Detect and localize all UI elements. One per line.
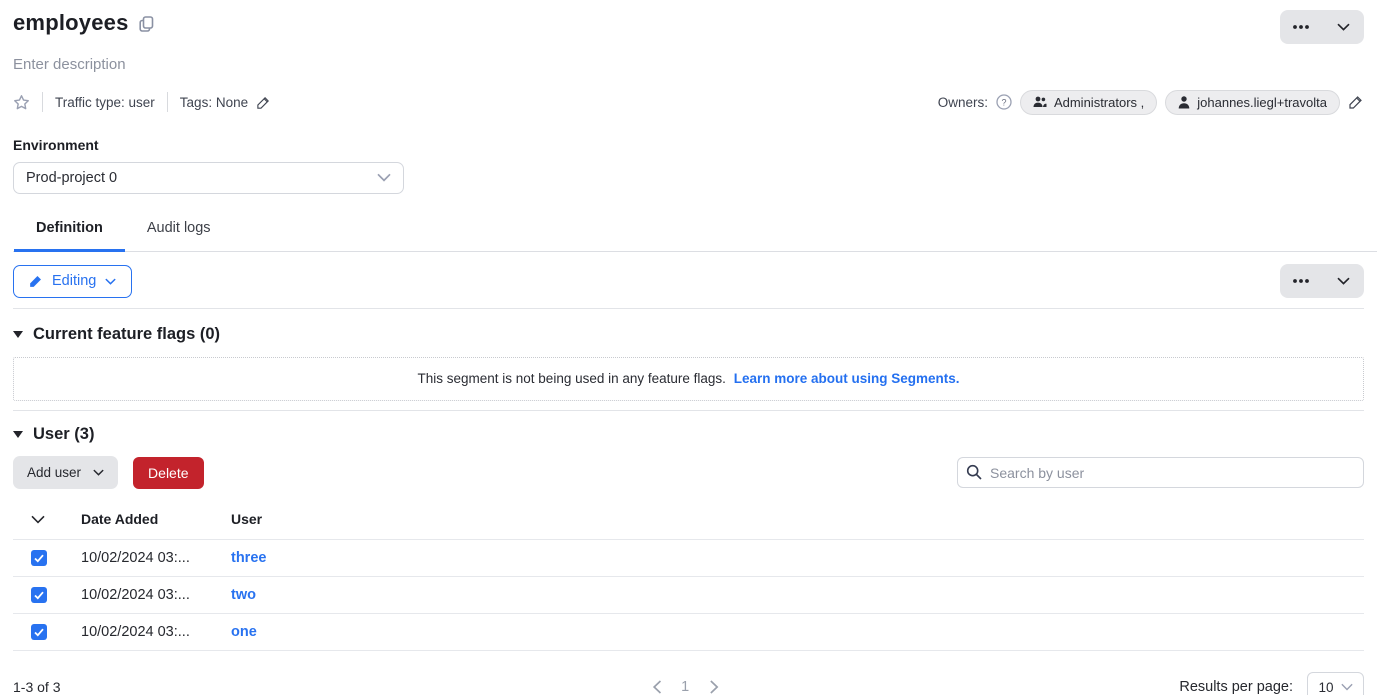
definition-more-button[interactable] bbox=[1280, 264, 1322, 298]
tab-definition[interactable]: Definition bbox=[14, 210, 125, 252]
svg-text:?: ? bbox=[1001, 97, 1006, 107]
owners-help-icon[interactable]: ? bbox=[996, 94, 1012, 110]
header-menu-chevron-button[interactable] bbox=[1322, 10, 1364, 44]
search-icon bbox=[966, 464, 982, 485]
environment-selected-value: Prod-project 0 bbox=[26, 170, 117, 186]
owner-chip-label: Administrators , bbox=[1054, 95, 1144, 110]
editing-mode-button[interactable]: Editing bbox=[13, 265, 132, 298]
users-controls: Add user Delete bbox=[13, 456, 1364, 489]
row-checkbox-checked[interactable] bbox=[31, 587, 47, 603]
pencil-icon bbox=[29, 274, 43, 288]
feature-flags-heading: Current feature flags (0) bbox=[33, 325, 220, 344]
check-icon bbox=[34, 628, 44, 637]
empty-state-text: This segment is not being used in any fe… bbox=[418, 371, 726, 386]
chevron-left-icon bbox=[652, 680, 661, 694]
tags-wrap: Tags: None bbox=[180, 95, 271, 110]
environment-label: Environment bbox=[13, 137, 1364, 153]
collapse-triangle-icon bbox=[13, 331, 23, 338]
tab-bar: Definition Audit logs bbox=[13, 210, 1377, 252]
chevron-down-icon bbox=[93, 469, 104, 476]
table-row: 10/02/2024 03:... two bbox=[13, 577, 1364, 614]
feature-flags-empty-state: This segment is not being used in any fe… bbox=[13, 357, 1364, 401]
check-icon bbox=[34, 554, 44, 563]
table-row: 10/02/2024 03:... one bbox=[13, 614, 1364, 651]
divider bbox=[167, 92, 168, 112]
edit-owners-pencil-icon[interactable] bbox=[1348, 94, 1364, 110]
collapse-triangle-icon bbox=[13, 431, 23, 438]
header-more-button[interactable] bbox=[1280, 10, 1322, 44]
user-link[interactable]: three bbox=[231, 550, 266, 566]
divider bbox=[13, 308, 1364, 309]
next-page-button[interactable] bbox=[709, 680, 718, 694]
column-header-user[interactable]: User bbox=[231, 501, 1364, 540]
owners-row: Owners: ? Administrators , johannes.lieg… bbox=[938, 90, 1364, 115]
owner-chip-label: johannes.liegl+travolta bbox=[1197, 95, 1327, 110]
tab-audit-logs[interactable]: Audit logs bbox=[125, 210, 233, 252]
delete-button[interactable]: Delete bbox=[133, 457, 203, 489]
feature-flags-section-toggle[interactable]: Current feature flags (0) bbox=[13, 325, 1364, 344]
select-all-chevron-icon[interactable] bbox=[31, 515, 45, 524]
column-header-date-added[interactable]: Date Added bbox=[81, 501, 231, 540]
meta-left: Traffic type: user Tags: None bbox=[13, 92, 271, 112]
tags-label: Tags: None bbox=[180, 95, 248, 110]
users-heading: User (3) bbox=[33, 425, 94, 444]
definition-toolbar: Editing bbox=[13, 264, 1364, 298]
chevron-down-icon bbox=[105, 278, 116, 285]
check-icon bbox=[34, 591, 44, 600]
owner-chip-administrators[interactable]: Administrators , bbox=[1020, 90, 1157, 115]
title-row: employees bbox=[13, 0, 1364, 44]
people-icon bbox=[1033, 96, 1047, 108]
environment-select[interactable]: Prod-project 0 bbox=[13, 162, 404, 194]
add-user-button[interactable]: Add user bbox=[13, 456, 118, 489]
results-per-page-label: Results per page: bbox=[1179, 679, 1293, 695]
owner-chip-user[interactable]: johannes.liegl+travolta bbox=[1165, 90, 1340, 115]
favorite-star-icon[interactable] bbox=[13, 94, 30, 111]
previous-page-button[interactable] bbox=[652, 680, 661, 694]
person-icon bbox=[1178, 96, 1190, 109]
divider bbox=[13, 410, 1364, 411]
results-per-page: Results per page: 10 bbox=[1179, 672, 1364, 695]
row-checkbox-checked[interactable] bbox=[31, 550, 47, 566]
owners-label: Owners: bbox=[938, 95, 988, 110]
page-size-select[interactable]: 10 bbox=[1307, 672, 1364, 695]
row-checkbox-checked[interactable] bbox=[31, 624, 47, 640]
table-row: 10/02/2024 03:... three bbox=[13, 540, 1364, 577]
edit-tags-pencil-icon[interactable] bbox=[256, 95, 271, 110]
page-title: employees bbox=[13, 10, 129, 36]
table-footer: 1-3 of 3 1 Results per page: 10 bbox=[13, 669, 1364, 695]
cell-date-added: 10/02/2024 03:... bbox=[81, 540, 231, 577]
description-field[interactable]: Enter description bbox=[13, 56, 1364, 73]
pagination: 1 bbox=[652, 679, 718, 695]
results-range-text: 1-3 of 3 bbox=[13, 679, 60, 695]
cell-date-added: 10/02/2024 03:... bbox=[81, 577, 231, 614]
editing-label: Editing bbox=[52, 273, 96, 289]
current-page-number[interactable]: 1 bbox=[681, 679, 689, 695]
page-size-value: 10 bbox=[1318, 680, 1333, 695]
add-user-label: Add user bbox=[27, 465, 81, 480]
users-section-toggle[interactable]: User (3) bbox=[13, 425, 1364, 444]
traffic-type-label: Traffic type: user bbox=[55, 95, 155, 110]
meta-row: Traffic type: user Tags: None Owners: ? … bbox=[13, 91, 1364, 113]
search-input[interactable] bbox=[957, 457, 1364, 488]
table-header-row: Date Added User bbox=[13, 501, 1364, 540]
users-table: Date Added User 10/02/2024 03:... three bbox=[13, 501, 1364, 651]
header-actions-split-button bbox=[1280, 10, 1364, 44]
copy-icon[interactable] bbox=[139, 16, 154, 32]
user-link[interactable]: one bbox=[231, 624, 257, 640]
learn-more-link[interactable]: Learn more about using Segments. bbox=[734, 371, 960, 386]
definition-menu-chevron-button[interactable] bbox=[1322, 264, 1364, 298]
segment-detail-page: employees Enter description Traffic type bbox=[0, 0, 1377, 695]
user-search bbox=[957, 457, 1364, 488]
definition-actions-split-button bbox=[1280, 264, 1364, 298]
user-link[interactable]: two bbox=[231, 587, 256, 603]
chevron-down-icon bbox=[377, 170, 391, 186]
divider bbox=[42, 92, 43, 112]
chevron-right-icon bbox=[709, 680, 718, 694]
chevron-down-icon bbox=[1341, 683, 1353, 691]
cell-date-added: 10/02/2024 03:... bbox=[81, 614, 231, 651]
